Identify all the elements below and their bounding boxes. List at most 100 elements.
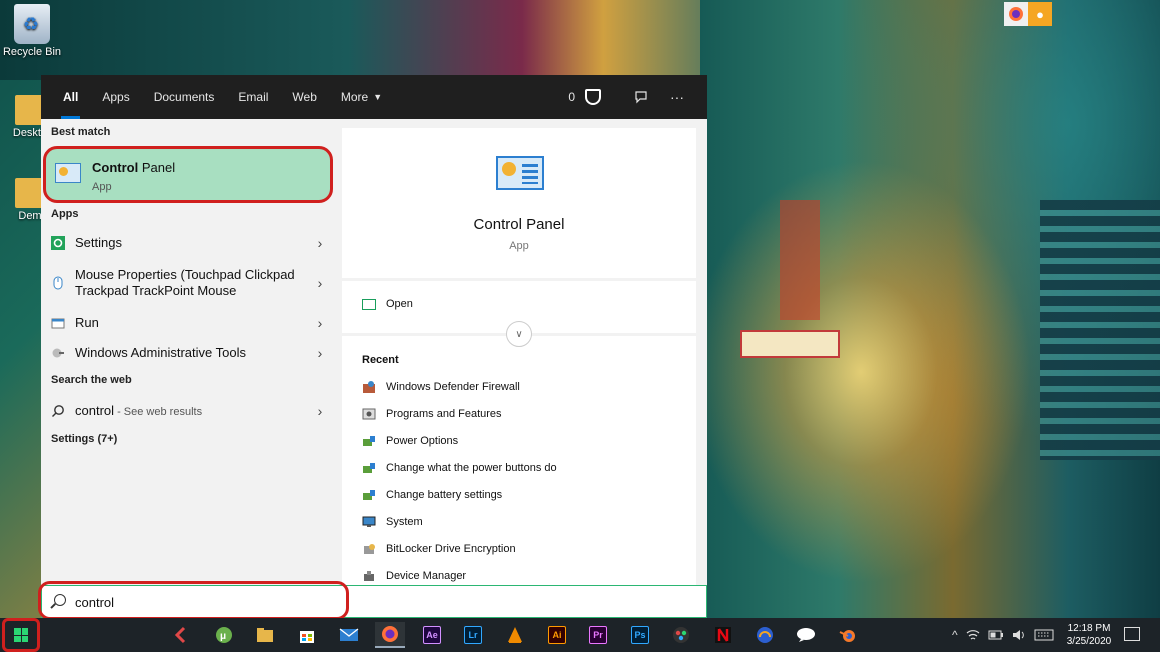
power-options-icon [363, 463, 375, 473]
recent-item[interactable]: BitLocker Drive Encryption [362, 542, 516, 556]
feedback-button[interactable] [623, 75, 659, 119]
taskbar-app-blender[interactable] [833, 622, 863, 648]
taskbar-app-chat[interactable] [791, 622, 821, 648]
tab-apps[interactable]: Apps [90, 75, 141, 119]
tab-label: More [340, 90, 369, 104]
firefox-widget-button[interactable] [1004, 2, 1028, 26]
taskbar-clock[interactable]: 12:18 PM 3/25/2020 [1064, 622, 1114, 648]
taskbar-app-photoshop[interactable]: Ps [625, 622, 655, 648]
annotation-highlight [38, 581, 349, 620]
web-query: control [75, 402, 115, 418]
app-result-mouse-properties[interactable]: Mouse Properties (Touchpad Clickpad Trac… [41, 265, 334, 301]
settings-heading[interactable]: Settings (7+) [51, 433, 117, 445]
tab-documents[interactable]: Documents [142, 75, 227, 119]
taskbar-app-lightroom[interactable]: Lr [458, 622, 488, 648]
tools-icon [52, 348, 64, 358]
app-label: Ae [423, 626, 441, 644]
taskbar-app-headphones[interactable] [750, 622, 780, 648]
taskbar-app-mail[interactable] [334, 622, 364, 648]
recycle-bin-icon [14, 4, 50, 44]
taskbar: μ Ae Lr Ai Pr Ps ^ 12:18 PM 3/25/2020 [0, 618, 1160, 652]
expand-button[interactable]: ∨ [506, 321, 532, 347]
chevron-right-icon[interactable]: › [306, 403, 334, 419]
wifi-icon[interactable] [966, 629, 980, 641]
recent-label: Device Manager [386, 570, 467, 582]
utorrent-icon: μ [216, 627, 232, 643]
tab-web[interactable]: Web [280, 75, 328, 119]
web-suffix: - See web results [114, 405, 203, 418]
results-list: Best match Control Panel App Apps Settin… [41, 119, 334, 585]
open-icon [362, 298, 376, 310]
recent-item[interactable]: System [362, 515, 423, 529]
recent-label: System [386, 516, 423, 528]
recent-item[interactable]: Programs and Features [362, 407, 502, 421]
desktop-icon-label: Recycle Bin [2, 46, 62, 58]
search-web-heading: Search the web [51, 374, 132, 386]
recent-label: Change battery settings [386, 489, 503, 501]
taskbar-app-after-effects[interactable]: Ae [417, 622, 447, 648]
tab-more[interactable]: More ▼ [329, 75, 394, 119]
action-center-icon[interactable] [1124, 627, 1140, 641]
recent-item[interactable]: Change what the power buttons do [362, 461, 557, 475]
chevron-right-icon[interactable]: › [306, 275, 334, 291]
rewards-points[interactable]: 0 [568, 89, 623, 105]
recent-item[interactable]: Windows Defender Firewall [362, 380, 520, 394]
taskbar-app-firefox[interactable] [375, 622, 405, 648]
app-label: Ai [548, 626, 566, 644]
recent-label: Programs and Features [386, 408, 502, 420]
taskbar-app-illustrator[interactable]: Ai [542, 622, 572, 648]
taskbar-app-premiere[interactable]: Pr [583, 622, 613, 648]
search-scope-bar: All Apps Documents Email Web More ▼ 0 ··· [41, 75, 707, 119]
mic-button[interactable]: ● [1028, 2, 1052, 26]
keyboard-icon[interactable] [1034, 629, 1054, 641]
firewall-icon [363, 381, 375, 393]
mail-icon [339, 628, 359, 641]
taskbar-app-store[interactable] [292, 622, 322, 648]
taskbar-app-dev[interactable] [167, 622, 197, 648]
taskbar-app-vlc[interactable] [500, 622, 530, 648]
volume-icon[interactable] [1012, 629, 1026, 641]
app-result-admin-tools[interactable]: Windows Administrative Tools › [41, 343, 334, 363]
battery-icon[interactable] [988, 630, 1004, 640]
wallpaper-building [1040, 200, 1160, 460]
tab-all[interactable]: All [51, 75, 90, 119]
store-icon [300, 631, 314, 643]
app-result-settings[interactable]: Settings › [41, 233, 334, 253]
chevron-right-icon[interactable]: › [306, 235, 334, 251]
web-result-control[interactable]: control - See web results › [41, 401, 334, 421]
open-label: Open [386, 298, 413, 310]
chevron-right-icon[interactable]: › [306, 345, 334, 361]
best-match-item[interactable]: Control Panel App [43, 146, 333, 203]
netflix-icon [715, 627, 731, 643]
tab-label: Web [292, 90, 317, 104]
run-icon [51, 318, 65, 329]
caret-down-icon: ▼ [373, 92, 383, 102]
app-label: Pr [589, 626, 607, 644]
clock-date: 3/25/2020 [1066, 636, 1112, 647]
chevron-right-icon[interactable]: › [306, 315, 334, 331]
tab-email[interactable]: Email [226, 75, 280, 119]
app-result-run[interactable]: Run › [41, 313, 334, 333]
tab-label: All [63, 90, 79, 104]
recent-item[interactable]: Power Options [362, 434, 458, 448]
result-label: Windows Administrative Tools [75, 345, 246, 360]
floating-widget: ● [1004, 2, 1052, 26]
folder-icon [257, 628, 273, 642]
more-options-button[interactable]: ··· [659, 75, 695, 119]
bitlocker-icon [364, 544, 375, 554]
desktop-icon-recycle-bin[interactable]: Recycle Bin [2, 4, 62, 58]
system-tray: ^ [952, 618, 1054, 652]
recent-label: Power Options [386, 435, 459, 447]
recent-item[interactable]: Device Manager [362, 569, 466, 583]
power-options-icon [363, 436, 375, 446]
start-button[interactable] [2, 618, 40, 652]
taskbar-app-netflix[interactable] [708, 622, 738, 648]
taskbar-app-utorrent[interactable]: μ [209, 622, 239, 648]
taskbar-app-explorer[interactable] [250, 622, 280, 648]
open-action[interactable]: Open [362, 298, 413, 310]
firefox-icon [1009, 7, 1023, 21]
chevron-up-icon[interactable]: ^ [952, 628, 958, 642]
recent-item[interactable]: Change battery settings [362, 488, 502, 502]
taskbar-app-davinci[interactable] [666, 622, 696, 648]
programs-icon [362, 408, 376, 420]
